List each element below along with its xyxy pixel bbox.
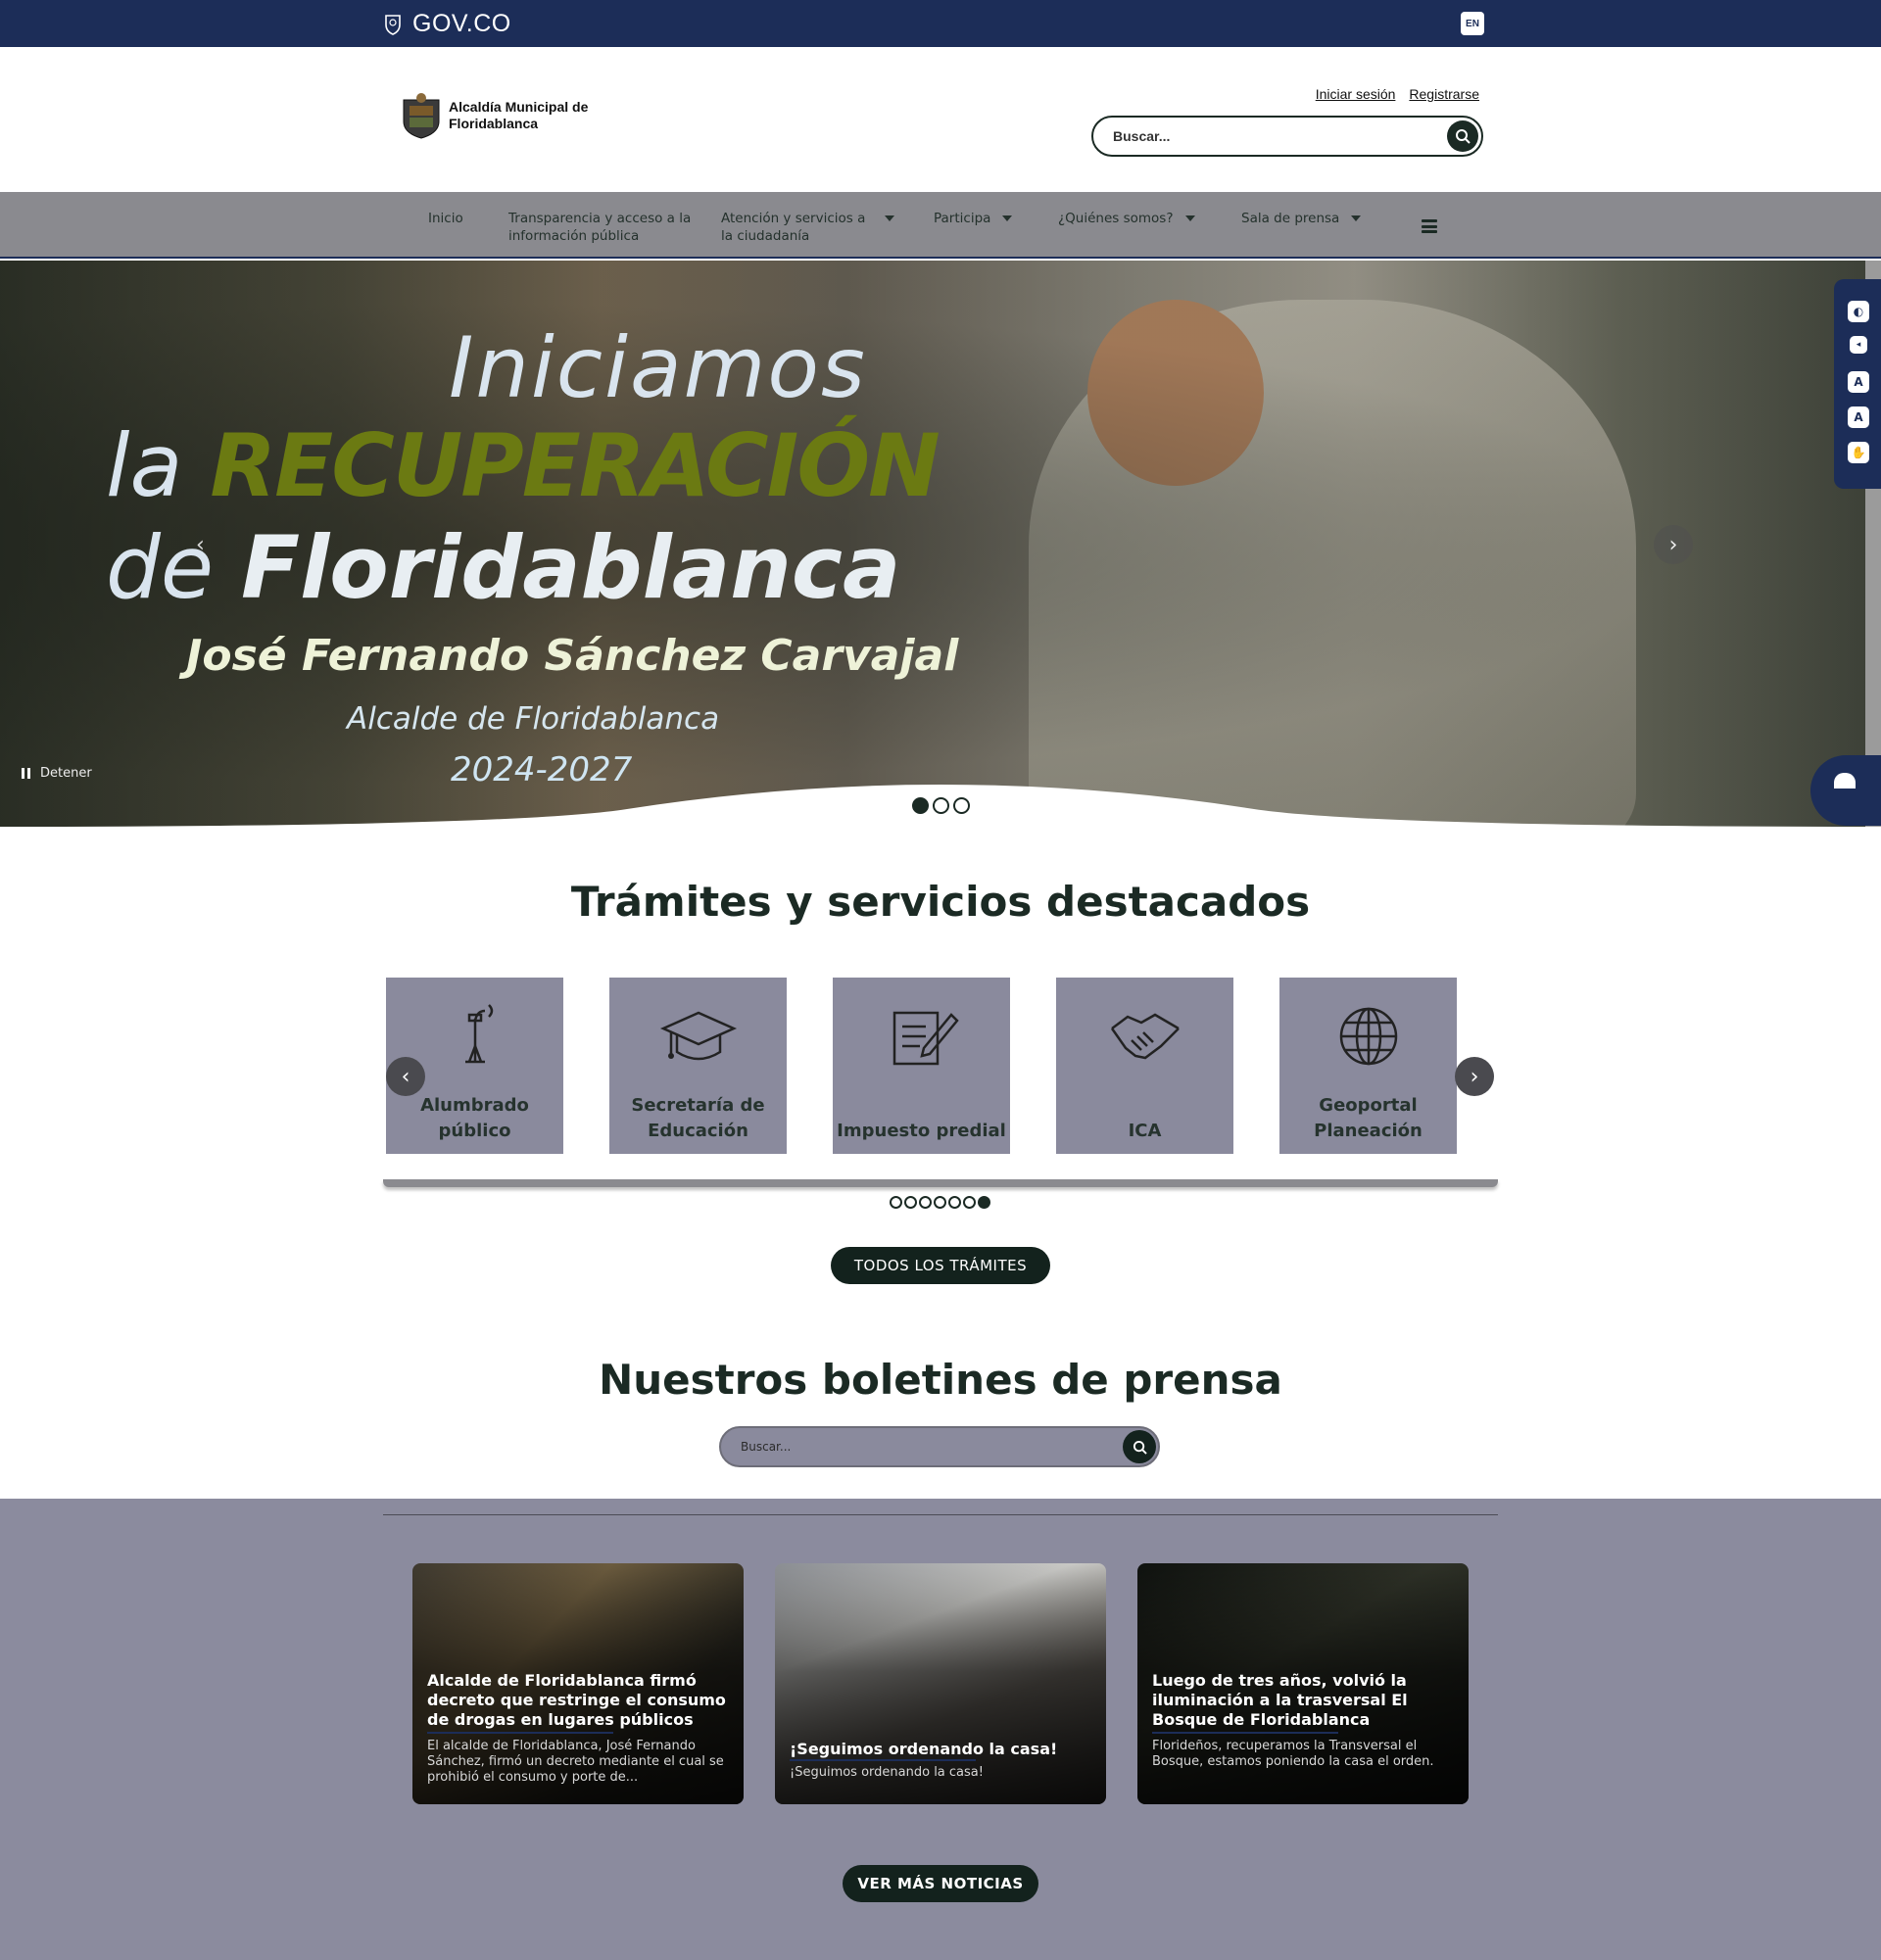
nav-item-label: Participa [934, 211, 991, 226]
news-card[interactable]: ¡Seguimos ordenando la casa! ¡Seguimos o… [775, 1563, 1106, 1804]
tramite-card-ica[interactable]: ICA [1056, 978, 1233, 1154]
menu-icon[interactable] [1422, 219, 1437, 233]
tramites-dots [890, 1196, 990, 1209]
chevron-down-icon [1351, 215, 1362, 221]
handshake-icon [1110, 1013, 1180, 1060]
auth-links: Iniciar sesión Registrarse [1316, 86, 1479, 102]
tramite-card-geoportal[interactable]: Geoportal Planeación [1279, 978, 1457, 1154]
news-title: Alcalde de Floridablanca firmó decreto q… [427, 1671, 726, 1729]
graduation-cap-icon [659, 1011, 737, 1061]
all-tramites-button[interactable]: TODOS LOS TRÁMITES [831, 1247, 1050, 1284]
contrast-icon[interactable]: ◐ [1848, 301, 1869, 322]
language-button[interactable]: EN [1461, 12, 1484, 35]
news-summary: ¡Seguimos ordenando la casa! [790, 1765, 984, 1780]
tramites-slider-track [383, 1179, 1498, 1187]
sign-language-icon[interactable]: ✋ [1848, 442, 1869, 463]
tramites-dot[interactable] [963, 1196, 976, 1209]
news-search-input[interactable]: Buscar... [741, 1440, 791, 1454]
news-card[interactable]: Alcalde de Floridablanca firmó decreto q… [412, 1563, 744, 1804]
nav-item-participa[interactable]: Participa [934, 210, 1013, 227]
tramite-card-predial[interactable]: Impuesto predial [833, 978, 1010, 1154]
hero-headline-3: de Floridablanca [106, 517, 901, 618]
globe-icon [1339, 1007, 1397, 1066]
nav-item-transparencia[interactable]: Transparencia y acceso a la información … [508, 210, 695, 245]
hero-mayor-role: Alcalde de Floridablanca [347, 701, 720, 737]
news-search-button[interactable] [1123, 1430, 1156, 1463]
tramite-label: Alumbrado público [420, 1095, 529, 1141]
site-search[interactable]: Buscar... [1091, 116, 1483, 157]
section-title-tramites: Trámites y servicios destacados [570, 878, 1311, 926]
search-icon [1456, 129, 1471, 144]
tramites-prev-button[interactable]: ‹ [386, 1057, 425, 1096]
streetlight-icon [464, 1004, 493, 1064]
accessibility-toolbar: ◐ ◂ A A ✋ [1834, 279, 1881, 489]
main-nav: Inicio Transparencia y acceso a la infor… [0, 192, 1881, 259]
nav-item-label: Sala de prensa [1241, 211, 1340, 226]
section-title-prensa: Nuestros boletines de prensa [599, 1356, 1282, 1404]
document-pen-icon [892, 1011, 959, 1066]
search-button[interactable] [1447, 120, 1478, 152]
login-link[interactable]: Iniciar sesión [1316, 86, 1396, 102]
tramite-label: Impuesto predial [837, 1121, 1006, 1141]
search-input[interactable]: Buscar... [1113, 128, 1170, 144]
tramites-next-button[interactable]: › [1455, 1057, 1494, 1096]
chevron-down-icon [885, 215, 894, 221]
tramite-label: ICA [1128, 1121, 1162, 1141]
news-summary: El alcalde de Floridablanca, José Fernan… [427, 1739, 724, 1785]
carousel-dot[interactable] [953, 797, 970, 814]
more-news-button[interactable]: VER MÁS NOTICIAS [843, 1865, 1038, 1902]
search-icon [1133, 1440, 1147, 1455]
carousel-prev-button[interactable]: ‹ [196, 533, 205, 557]
news-title: Luego de tres años, volvió la iluminació… [1152, 1671, 1408, 1729]
nav-item-label: Inicio [428, 211, 463, 226]
brand-name: Alcaldía Municipal de Floridablanca [449, 99, 589, 131]
sound-icon[interactable]: ◂ [1850, 336, 1867, 354]
hero-headline-1: Iniciamos [449, 319, 867, 417]
tramites-dot[interactable] [934, 1196, 946, 1209]
tramites-dot[interactable] [978, 1196, 990, 1209]
carousel-dot[interactable] [933, 797, 949, 814]
nav-item-label: Atención y servicios a la ciudadanía [721, 211, 866, 244]
nav-item-label: Transparencia y acceso a la información … [508, 211, 692, 244]
tramites-dot[interactable] [948, 1196, 961, 1209]
divider [383, 1514, 1498, 1515]
chevron-down-icon [1184, 215, 1195, 221]
register-link[interactable]: Registrarse [1409, 86, 1479, 102]
news-card[interactable]: Luego de tres años, volvió la iluminació… [1137, 1563, 1469, 1804]
tramites-dot[interactable] [904, 1196, 917, 1209]
text-decrease-icon[interactable]: A [1848, 371, 1869, 393]
gov-bar: GOV.CO EN [0, 0, 1881, 47]
hero-carousel: Iniciamos la RECUPERACIÓN de Floridablan… [0, 261, 1881, 827]
hero-headline-2: la RECUPERACIÓN [106, 415, 940, 516]
nav-item-inicio[interactable]: Inicio [428, 210, 463, 227]
colombia-shield-icon [385, 15, 401, 35]
carousel-dot[interactable] [912, 797, 929, 814]
gov-co-logo[interactable]: GOV.CO [383, 10, 511, 37]
nav-item-sala-prensa[interactable]: Sala de prensa [1241, 210, 1362, 227]
tramites-dot[interactable] [919, 1196, 932, 1209]
tramite-card-educacion[interactable]: Secretaría de Educación [609, 978, 787, 1154]
brand-logo[interactable]: Alcaldía Municipal de Floridablanca [400, 92, 605, 139]
news-title: ¡Seguimos ordenando la casa! [790, 1740, 1058, 1758]
text-increase-icon[interactable]: A [1848, 406, 1869, 428]
tramite-label: Secretaría de Educación [631, 1095, 765, 1141]
nav-item-quienes-somos[interactable]: ¿Quiénes somos? [1058, 210, 1195, 227]
gov-co-text: GOV.CO [412, 9, 511, 37]
chevron-down-icon [1002, 215, 1013, 221]
nav-item-label: ¿Quiénes somos? [1058, 211, 1174, 226]
nav-item-atencion[interactable]: Atención y servicios a la ciudadanía [721, 210, 894, 245]
municipal-crest-icon [403, 93, 440, 139]
carousel-dots [912, 797, 970, 814]
news-section: Alcalde de Floridablanca firmó decreto q… [0, 1499, 1881, 1960]
news-search[interactable]: Buscar... [719, 1426, 1160, 1467]
carousel-next-button[interactable]: › [1654, 525, 1693, 564]
hero-mayor-name: José Fernando Sánchez Carvajal [186, 631, 959, 681]
site-header: Alcaldía Municipal de Floridablanca Inic… [0, 47, 1881, 192]
tramite-label: Geoportal Planeación [1314, 1095, 1423, 1141]
news-summary: Florideños, recuperamos la Transversal e… [1152, 1739, 1434, 1769]
tramites-dot[interactable] [890, 1196, 902, 1209]
